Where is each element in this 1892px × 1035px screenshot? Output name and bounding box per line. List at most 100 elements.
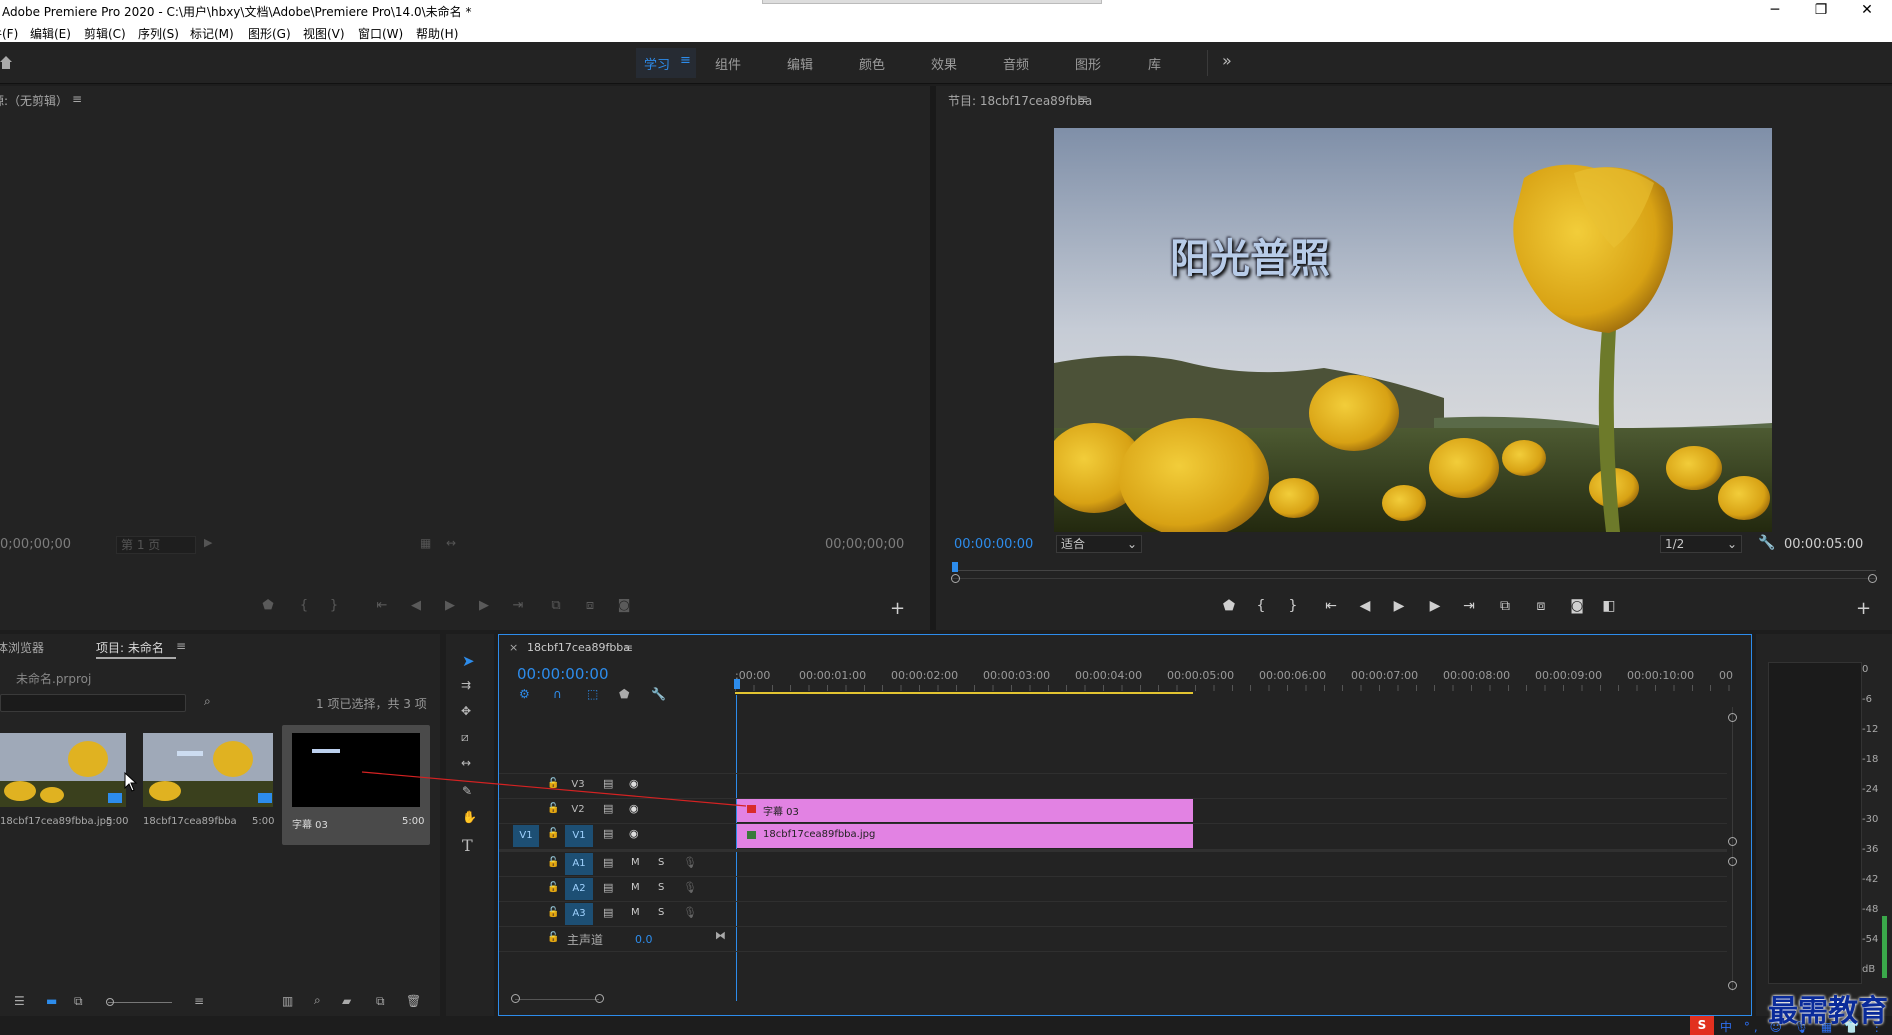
menu-sequence[interactable]: 序列(S) bbox=[138, 25, 179, 42]
playhead-marker[interactable] bbox=[952, 562, 958, 572]
go-to-out-icon[interactable]: ⇥ bbox=[508, 598, 528, 613]
menu-marker[interactable]: 标记(M) bbox=[190, 25, 234, 42]
step-forward-icon[interactable]: ▶ bbox=[1424, 598, 1446, 614]
freeform-view-icon[interactable]: ⧉ bbox=[74, 994, 83, 1009]
video-audio-divider[interactable] bbox=[499, 849, 1727, 852]
tab-effects[interactable]: 效果 bbox=[931, 54, 957, 73]
scroll-handle[interactable] bbox=[1728, 857, 1737, 866]
lock-icon[interactable]: 🔓 bbox=[547, 828, 559, 839]
mark-out-icon[interactable]: } bbox=[324, 598, 344, 613]
sync-lock-icon[interactable]: ▤ bbox=[603, 906, 613, 919]
mark-out-icon[interactable]: } bbox=[1282, 598, 1304, 614]
program-scrubber[interactable] bbox=[951, 556, 1877, 586]
scroll-handle[interactable] bbox=[1728, 713, 1737, 722]
search-input[interactable] bbox=[0, 694, 186, 712]
mute-button[interactable]: M bbox=[631, 882, 640, 893]
playhead-marker[interactable] bbox=[734, 679, 740, 689]
play-small-icon[interactable]: ▶ bbox=[204, 536, 212, 549]
automate-to-sequence-icon[interactable]: ▥ bbox=[282, 994, 293, 1008]
add-marker-icon[interactable]: ⬟ bbox=[1218, 598, 1240, 614]
zoom-bar[interactable] bbox=[952, 578, 1876, 579]
icon-view-icon[interactable]: ▬ bbox=[46, 994, 57, 1008]
maximize-button[interactable]: ❐ bbox=[1798, 0, 1844, 22]
mark-in-icon[interactable]: { bbox=[294, 598, 314, 613]
mute-button[interactable]: M bbox=[631, 907, 640, 918]
zoom-handle-left[interactable] bbox=[951, 574, 960, 583]
close-button[interactable]: ✕ bbox=[1844, 0, 1890, 22]
panel-menu-icon[interactable]: ≡ bbox=[176, 639, 186, 653]
track-label-a3[interactable]: A3 bbox=[565, 903, 593, 925]
timeline-settings-wrench-icon[interactable]: 🔧 bbox=[651, 687, 666, 701]
zoom-select[interactable]: 适合 ⌄ bbox=[1056, 535, 1142, 553]
overwrite-icon[interactable]: ⧈ bbox=[580, 598, 600, 613]
hand-tool-icon[interactable]: ✋ bbox=[462, 810, 477, 824]
insert-icon[interactable]: ⧉ bbox=[546, 598, 566, 613]
safe-margins-icon[interactable]: ▦ bbox=[420, 536, 431, 550]
tab-libraries[interactable]: 库 bbox=[1148, 54, 1161, 73]
minimize-button[interactable]: ─ bbox=[1752, 0, 1798, 22]
timeline-clip-title[interactable]: 字幕 03 bbox=[737, 799, 1193, 822]
go-to-out-icon[interactable]: ⇥ bbox=[1458, 598, 1480, 614]
menu-file[interactable]: 文件(F) bbox=[0, 25, 18, 42]
master-volume-value[interactable]: 0.0 bbox=[635, 933, 653, 946]
sync-lock-icon[interactable]: ▤ bbox=[603, 827, 613, 840]
lift-icon[interactable]: ⧉ bbox=[1494, 598, 1516, 614]
lock-icon[interactable]: 🔓 bbox=[547, 882, 559, 893]
sort-icon[interactable]: ≡ bbox=[194, 994, 204, 1008]
scroll-handle[interactable] bbox=[1728, 981, 1737, 990]
sync-lock-icon[interactable]: ▤ bbox=[603, 856, 613, 869]
snap-magnet-icon[interactable]: ∩ bbox=[553, 687, 562, 701]
source-timecode[interactable]: 0;00;00;00 bbox=[0, 537, 71, 552]
program-video-frame[interactable]: 阳光普照 bbox=[1054, 128, 1772, 532]
lock-icon[interactable]: 🔓 bbox=[547, 932, 559, 943]
selection-tool-icon[interactable]: ➤ bbox=[462, 652, 475, 670]
mark-in-icon[interactable]: { bbox=[1250, 598, 1272, 614]
go-to-end-icon[interactable]: ⧓ bbox=[715, 929, 726, 942]
microphone-icon[interactable]: 🎙 bbox=[683, 906, 697, 919]
zoom-slider-handle[interactable] bbox=[106, 998, 114, 1006]
step-back-icon[interactable]: ◀ bbox=[1354, 598, 1376, 614]
lock-icon[interactable]: 🔓 bbox=[547, 857, 559, 868]
add-button-icon[interactable]: + bbox=[890, 598, 905, 619]
play-icon[interactable]: ▶ bbox=[1388, 598, 1410, 614]
solo-button[interactable]: S bbox=[658, 882, 664, 893]
new-bin-icon[interactable]: ▰ bbox=[342, 994, 351, 1008]
tab-graphics[interactable]: 图形 bbox=[1075, 54, 1101, 73]
go-to-in-icon[interactable]: ⇤ bbox=[372, 598, 392, 613]
more-workspaces-icon[interactable]: » bbox=[1222, 51, 1232, 70]
close-tab-icon[interactable]: × bbox=[509, 641, 518, 654]
tab-audio[interactable]: 音频 bbox=[1003, 54, 1029, 73]
step-back-icon[interactable]: ◀ bbox=[406, 598, 426, 613]
ripple-edit-tool-icon[interactable]: ✥ bbox=[461, 704, 471, 718]
thumbnail-sequence[interactable] bbox=[143, 733, 273, 807]
menu-window[interactable]: 窗口(W) bbox=[358, 25, 403, 42]
tab-color[interactable]: 颜色 bbox=[859, 54, 885, 73]
source-patch-v1[interactable]: V1 bbox=[513, 825, 539, 847]
new-item-icon[interactable]: ⧉ bbox=[376, 994, 385, 1009]
work-area-bar[interactable] bbox=[735, 692, 1193, 694]
slip-tool-icon[interactable]: ↔ bbox=[461, 756, 471, 770]
settings-wrench-icon[interactable]: ↔ bbox=[446, 536, 456, 550]
extract-icon[interactable]: ⧈ bbox=[1530, 598, 1552, 614]
ime-logo[interactable]: S bbox=[1690, 1016, 1714, 1035]
razor-tool-icon[interactable]: ⧄ bbox=[461, 730, 469, 745]
comparison-view-icon[interactable]: ◧ bbox=[1598, 598, 1620, 614]
linked-selection-icon[interactable]: ⬚ bbox=[587, 687, 598, 701]
home-icon[interactable] bbox=[0, 54, 12, 70]
tab-media-browser[interactable]: 媒体浏览器 bbox=[0, 639, 44, 656]
play-icon[interactable]: ▶ bbox=[440, 598, 460, 613]
zoom-handle-right[interactable] bbox=[595, 994, 604, 1003]
tab-learn[interactable]: 学习 bbox=[644, 54, 670, 73]
add-marker-icon[interactable]: ⬟ bbox=[258, 598, 278, 613]
microphone-icon[interactable]: 🎙 bbox=[683, 856, 697, 869]
tab-project[interactable]: 项目: 未命名 bbox=[96, 639, 164, 656]
tab-editing[interactable]: 编辑 bbox=[787, 54, 813, 73]
solo-button[interactable]: S bbox=[658, 907, 664, 918]
menu-graphics[interactable]: 图形(G) bbox=[248, 25, 291, 42]
zoom-handle-left[interactable] bbox=[511, 994, 520, 1003]
step-forward-icon[interactable]: ▶ bbox=[474, 598, 494, 613]
go-to-in-icon[interactable]: ⇤ bbox=[1320, 598, 1342, 614]
menu-clip[interactable]: 剪辑(C) bbox=[84, 25, 126, 42]
mute-button[interactable]: M bbox=[631, 857, 640, 868]
track-label-a1[interactable]: A1 bbox=[565, 853, 593, 875]
